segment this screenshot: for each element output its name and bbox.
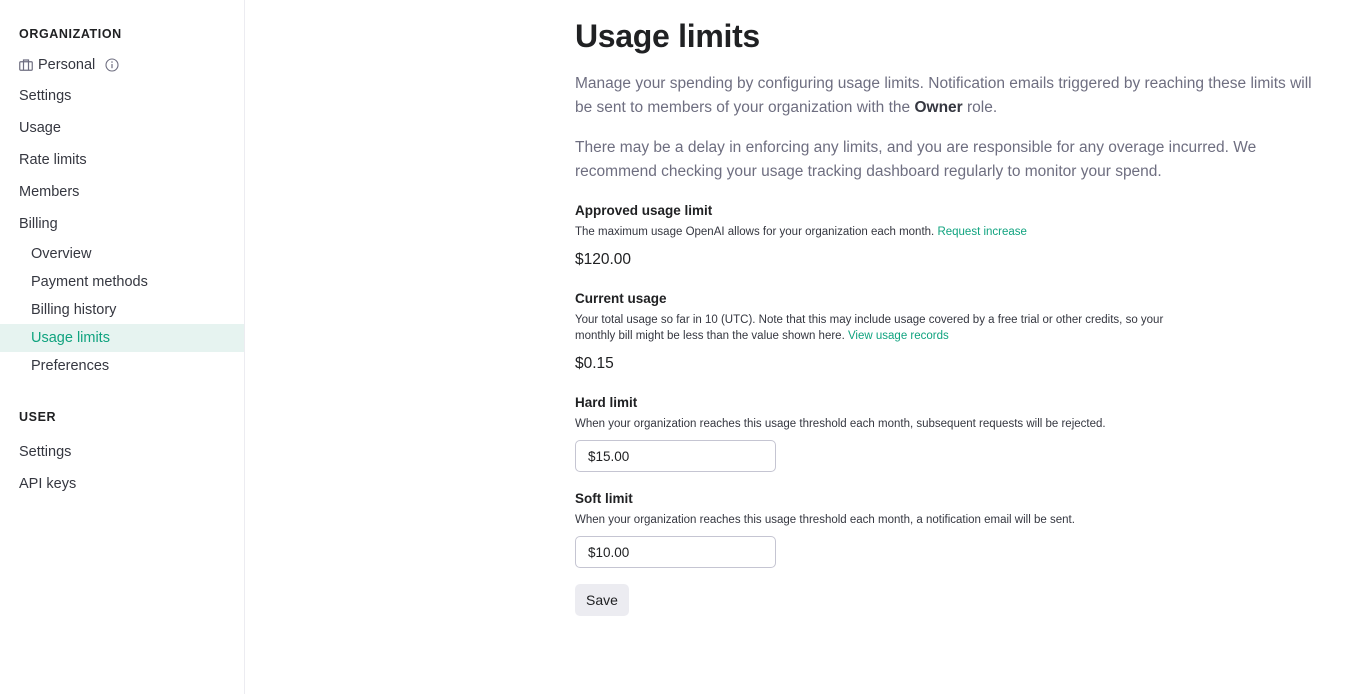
info-icon[interactable]	[105, 58, 119, 72]
sidebar-item-rate-limits[interactable]: Rate limits	[0, 146, 244, 174]
sidebar-item-api-keys[interactable]: API keys	[0, 470, 244, 498]
soft-limit-title: Soft limit	[575, 491, 633, 506]
hard-limit-input[interactable]	[575, 440, 776, 472]
soft-limit-input[interactable]	[575, 536, 776, 568]
page-title: Usage limits	[575, 18, 760, 54]
soft-limit-desc: When your organization reaches this usag…	[575, 514, 1075, 526]
save-button[interactable]: Save	[575, 584, 629, 616]
sidebar-item-user-settings[interactable]: Settings	[0, 438, 244, 466]
hard-limit-desc: When your organization reaches this usag…	[575, 418, 1106, 430]
user-heading: USER	[19, 410, 57, 424]
sidebar-item-billing-history[interactable]: Billing history	[0, 296, 244, 324]
sidebar-item-settings[interactable]: Settings	[0, 82, 244, 110]
request-increase-link[interactable]: Request increase	[937, 226, 1027, 238]
view-usage-records-link[interactable]: View usage records	[848, 330, 949, 342]
org-name: Personal	[38, 57, 96, 73]
current-usage-title: Current usage	[575, 291, 667, 306]
sidebar-item-members[interactable]: Members	[0, 178, 244, 206]
organization-heading: ORGANIZATION	[19, 27, 122, 41]
approved-limit-value: $120.00	[575, 251, 632, 268]
intro-paragraph-2: There may be a delay in enforcing any li…	[575, 139, 1257, 180]
sidebar-item-usage[interactable]: Usage	[0, 114, 244, 142]
approved-limit-title: Approved usage limit	[575, 203, 713, 218]
hard-limit-title: Hard limit	[575, 395, 638, 410]
approved-limit-desc: The maximum usage OpenAI allows for your…	[575, 224, 1165, 240]
org-selector[interactable]: Personal	[19, 54, 119, 76]
sidebar-item-billing[interactable]: Billing	[0, 210, 244, 238]
intro-paragraph-1: Manage your spending by configuring usag…	[575, 72, 1325, 120]
briefcase-icon	[19, 59, 33, 71]
sidebar: ORGANIZATION Personal Settings Usage Rat…	[0, 0, 245, 694]
sidebar-item-overview[interactable]: Overview	[0, 240, 244, 268]
intro1-text-b: role.	[962, 99, 998, 116]
current-usage-desc: Your total usage so far in 10 (UTC). Not…	[575, 312, 1165, 344]
current-usage-value: $0.15	[575, 355, 614, 372]
approved-limit-desc-text: The maximum usage OpenAI allows for your…	[575, 226, 938, 238]
sidebar-item-usage-limits[interactable]: Usage limits	[0, 324, 244, 352]
owner-role-label: Owner	[914, 99, 963, 116]
sidebar-item-preferences[interactable]: Preferences	[0, 352, 244, 380]
sidebar-item-payment-methods[interactable]: Payment methods	[0, 268, 244, 296]
